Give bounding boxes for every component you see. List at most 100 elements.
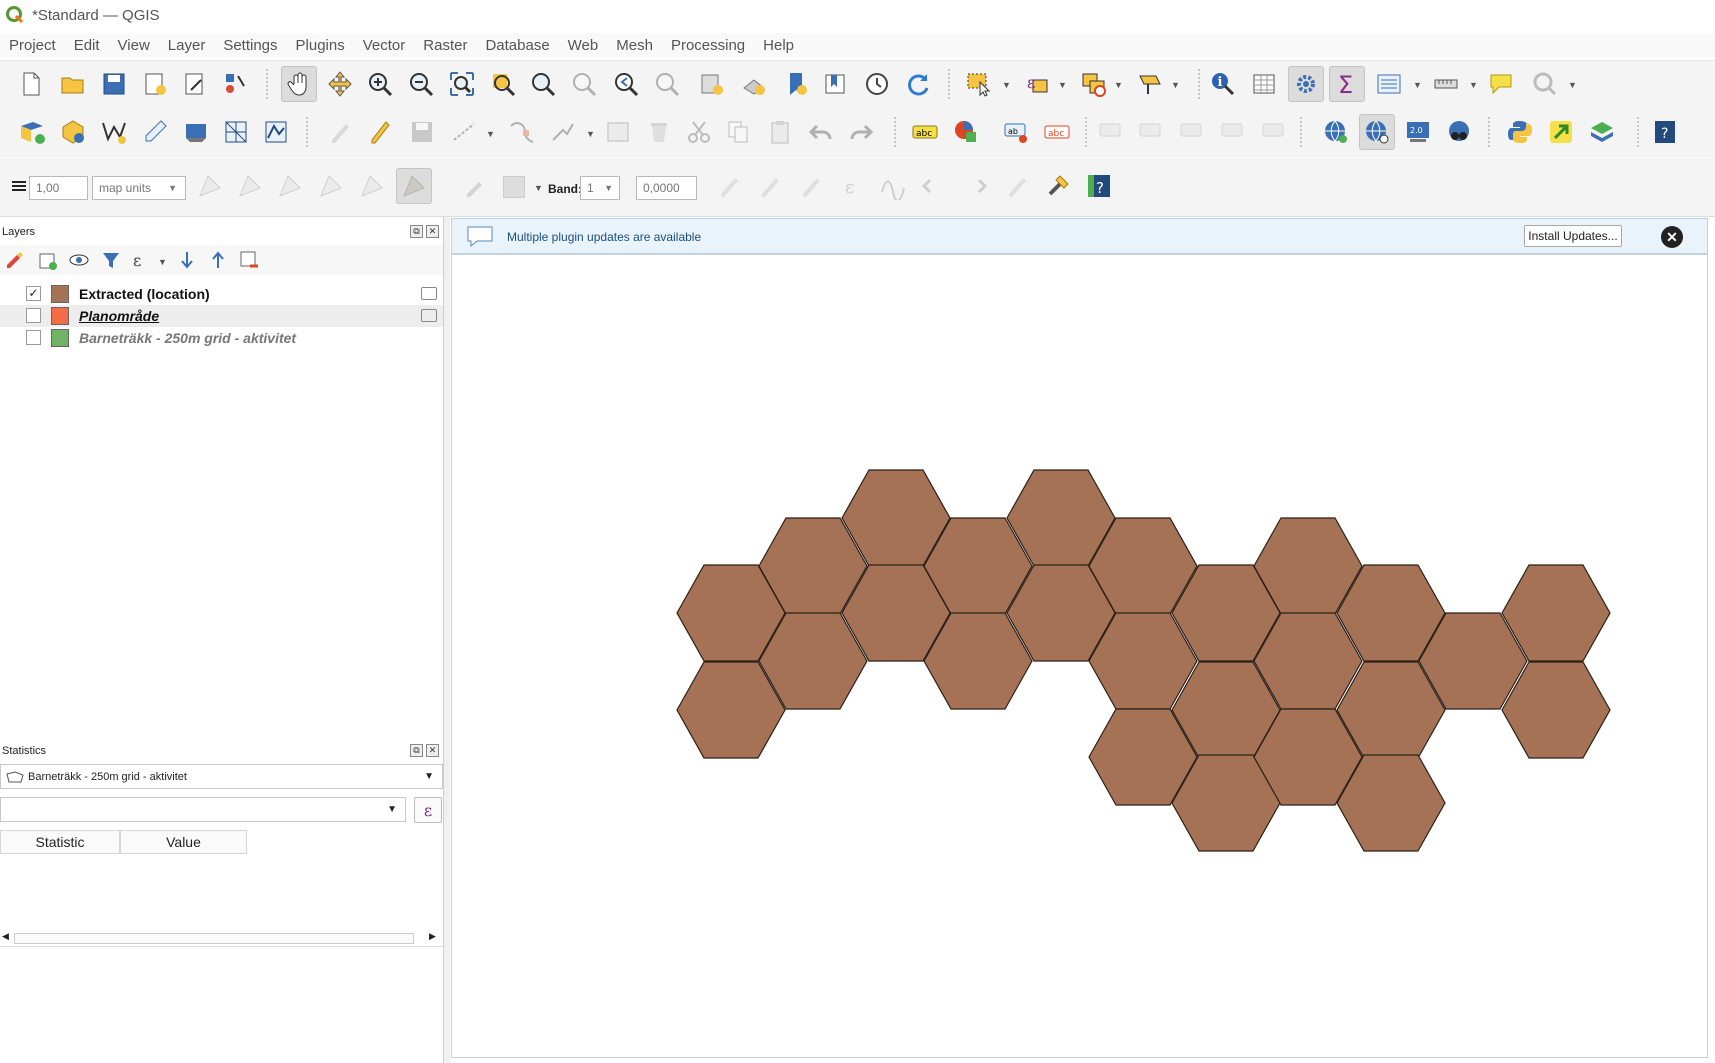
attribute-table-edit-icon[interactable]	[600, 114, 636, 150]
add-mesh-layer-icon[interactable]	[218, 114, 254, 150]
statistics-field-select[interactable]: ▼	[0, 797, 406, 822]
menu-layer[interactable]: Layer	[159, 37, 215, 54]
qgis-cloud-icon[interactable]: 2.0	[1400, 114, 1436, 150]
statistic-column-header[interactable]: Statistic	[0, 830, 120, 854]
panel-splitter[interactable]	[444, 217, 450, 1063]
change-label-properties-icon[interactable]	[1215, 114, 1251, 150]
pan-to-selection-icon[interactable]	[322, 66, 358, 102]
pan-map-icon[interactable]	[281, 66, 317, 102]
layer-filter-icon[interactable]	[421, 309, 437, 322]
statistics-layer-select[interactable]: Barneträkk - 250m grid - aktivitet ▼	[0, 764, 443, 789]
save-layer-edits-icon[interactable]	[404, 114, 440, 150]
menu-project[interactable]: Project	[0, 37, 65, 54]
toggle-editing-icon[interactable]	[362, 114, 398, 150]
plugin-green-icon[interactable]	[1543, 114, 1579, 150]
advanced-digitizing-icon[interactable]	[192, 168, 228, 204]
select-by-expression-icon[interactable]: ε	[1019, 66, 1055, 102]
close-panel-icon[interactable]: ✕	[426, 744, 439, 757]
attribute-table-icon[interactable]	[1246, 66, 1282, 102]
layout-manager-icon[interactable]	[177, 66, 213, 102]
scroll-left-icon[interactable]: ◀	[2, 931, 9, 942]
style-panel-icon[interactable]	[2, 247, 28, 273]
chevron-down-icon[interactable]: ▼	[1568, 80, 1578, 90]
measure-line-icon[interactable]	[1428, 66, 1464, 102]
float-panel-icon[interactable]: ⧉	[410, 744, 423, 757]
identify-features-icon[interactable]: i	[1205, 66, 1241, 102]
vertex-tool-icon[interactable]	[503, 114, 539, 150]
layer-labeling-options-icon[interactable]: abc	[907, 114, 943, 150]
expression-builder-button[interactable]: ε	[414, 797, 442, 823]
new-virtual-layer-icon[interactable]	[178, 114, 214, 150]
select-features-icon[interactable]	[961, 66, 997, 102]
layer-visibility-checkbox[interactable]	[26, 308, 41, 323]
color-picker-icon[interactable]	[457, 168, 493, 204]
move-label-icon[interactable]	[1133, 114, 1169, 150]
shape-digitize-icon[interactable]	[232, 168, 268, 204]
color-swatch[interactable]	[503, 176, 525, 198]
python-console-icon[interactable]	[1502, 114, 1538, 150]
settings-tool-icon[interactable]	[1040, 168, 1076, 204]
layers-plugin-icon[interactable]	[1584, 114, 1620, 150]
band-select[interactable]: 1 ▼	[580, 176, 620, 200]
pin-unpin-labels-icon[interactable]: abc	[1039, 114, 1075, 150]
add-wfs-layer-icon[interactable]	[1359, 114, 1395, 150]
fill-ring-icon[interactable]	[354, 168, 390, 204]
style-manager-icon[interactable]	[218, 66, 254, 102]
menu-help[interactable]: Help	[754, 37, 803, 54]
reshape-features-icon[interactable]	[396, 168, 432, 204]
float-panel-icon[interactable]: ⧉	[410, 225, 423, 238]
expression-edit-icon[interactable]: ε	[834, 168, 870, 204]
menu-web[interactable]: Web	[559, 37, 608, 54]
digitize-icon[interactable]	[446, 114, 482, 150]
chevron-down-icon[interactable]: ▼	[534, 183, 544, 193]
cut-features-icon[interactable]	[681, 114, 717, 150]
raster-redo-icon[interactable]	[957, 168, 993, 204]
layer-item-planomrade[interactable]: Planområde	[0, 305, 443, 327]
stroke-width-spinbox[interactable]: 1,00	[29, 176, 88, 200]
filter-legend-icon[interactable]	[98, 247, 124, 273]
chevron-down-icon[interactable]: ▼	[1058, 80, 1068, 90]
chevron-down-icon[interactable]: ▼	[486, 129, 496, 139]
data-source-manager-icon[interactable]	[14, 114, 50, 150]
layer-item-barnetrakk[interactable]: Barneträkk - 250m grid - aktivitet	[0, 327, 443, 349]
menu-edit[interactable]: Edit	[65, 37, 109, 54]
zoom-in-icon[interactable]	[362, 66, 398, 102]
layer-visibility-checkbox[interactable]	[26, 330, 41, 345]
menu-processing[interactable]: Processing	[662, 37, 754, 54]
collapse-all-icon[interactable]	[205, 247, 231, 273]
value-input[interactable]: 0,0000	[636, 176, 697, 200]
layer-symbol-swatch[interactable]	[51, 285, 69, 303]
close-panel-icon[interactable]: ✕	[426, 225, 439, 238]
new-map-view-icon[interactable]	[694, 66, 730, 102]
scroll-right-icon[interactable]: ▶	[429, 931, 436, 942]
temporal-controller-icon[interactable]	[859, 66, 895, 102]
paste-features-icon[interactable]	[762, 114, 798, 150]
locator-icon[interactable]	[1527, 66, 1563, 102]
whats-this-icon[interactable]: ?	[1081, 168, 1117, 204]
menu-database[interactable]: Database	[476, 37, 558, 54]
show-hide-labels-icon[interactable]	[1093, 114, 1129, 150]
hexagon-map[interactable]	[452, 255, 1709, 1059]
add-part-icon[interactable]	[313, 168, 349, 204]
current-edits-icon[interactable]	[322, 114, 358, 150]
install-updates-button[interactable]: Install Updates...	[1524, 225, 1622, 247]
help-contents-icon[interactable]: ?	[1647, 114, 1683, 150]
raster-edit-1-icon[interactable]	[711, 168, 747, 204]
refresh-icon[interactable]	[900, 66, 936, 102]
redo-icon[interactable]	[843, 114, 879, 150]
dock-divider[interactable]	[0, 946, 443, 947]
menu-raster[interactable]: Raster	[414, 37, 476, 54]
menu-plugins[interactable]: Plugins	[287, 37, 354, 54]
open-field-calculator-icon[interactable]	[1371, 66, 1407, 102]
layer-diagram-options-icon[interactable]	[948, 114, 984, 150]
units-select[interactable]: map units ▼	[92, 176, 186, 200]
zoom-next-icon[interactable]	[649, 66, 685, 102]
add-group-icon[interactable]	[34, 247, 60, 273]
show-bookmarks-icon[interactable]	[817, 66, 853, 102]
layer-visibility-checkbox[interactable]: ✓	[26, 286, 41, 301]
menu-view[interactable]: View	[109, 37, 159, 54]
menu-vector[interactable]: Vector	[354, 37, 415, 54]
raster-tool-icon[interactable]	[999, 168, 1035, 204]
open-layers-plugin-icon[interactable]	[1441, 114, 1477, 150]
close-icon[interactable]: ✕	[1661, 226, 1683, 248]
